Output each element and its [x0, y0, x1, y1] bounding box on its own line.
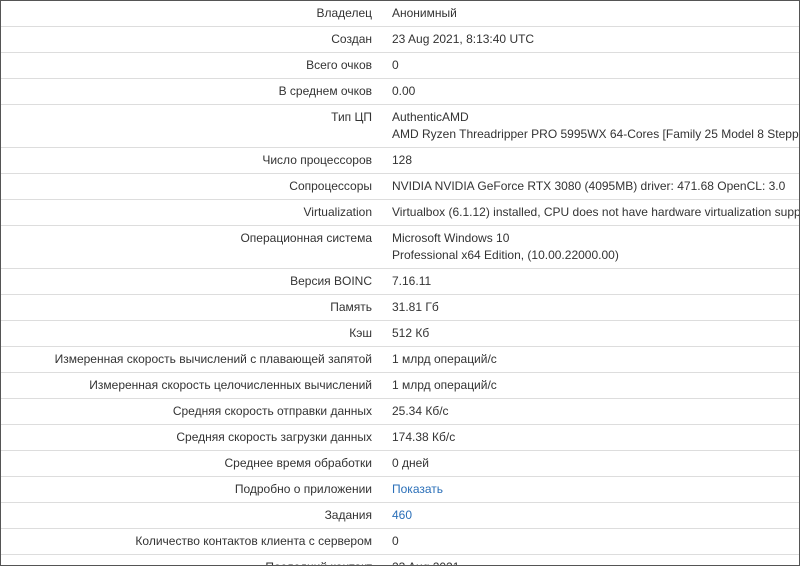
- row-label: Количество контактов клиента с сервером: [1, 528, 378, 555]
- row-label: Virtualization: [1, 199, 378, 226]
- table-row: Кэш 512 Кб: [1, 320, 799, 347]
- row-value: 128: [378, 147, 799, 174]
- host-info-table: Владелец Анонимный Создан 23 Aug 2021, 8…: [1, 1, 799, 565]
- row-label: Среднее время обработки: [1, 450, 378, 477]
- row-label: Версия BOINC: [1, 268, 378, 295]
- table-row: Virtualization Virtualbox (6.1.12) insta…: [1, 199, 799, 226]
- row-value: Показать: [378, 476, 799, 503]
- row-label: Подробно о приложении: [1, 476, 378, 503]
- table-row: Задания 460: [1, 502, 799, 529]
- tasks-count-link[interactable]: 460: [392, 508, 412, 522]
- table-row: Средняя скорость отправки данных 25.34 К…: [1, 398, 799, 425]
- row-label: Создан: [1, 26, 378, 53]
- table-row: Версия BOINC 7.16.11: [1, 268, 799, 295]
- row-value: 174.38 Кб/с: [378, 424, 799, 451]
- row-label: Сопроцессоры: [1, 173, 378, 200]
- row-label: Память: [1, 294, 378, 321]
- row-label: Средняя скорость загрузки данных: [1, 424, 378, 451]
- row-value: 460: [378, 502, 799, 529]
- row-value: 1 млрд операций/с: [378, 346, 799, 373]
- row-value: 25.34 Кб/с: [378, 398, 799, 425]
- row-value: 23 Aug 2021, 8:13:40 UTC: [378, 26, 799, 53]
- row-label: Средняя скорость отправки данных: [1, 398, 378, 425]
- table-row: Измеренная скорость целочисленных вычисл…: [1, 372, 799, 399]
- table-row: Среднее время обработки 0 дней: [1, 450, 799, 477]
- row-value: 23 Aug 2021: [378, 554, 799, 565]
- row-label: Последний контакт: [1, 554, 378, 565]
- row-label: Владелец: [1, 1, 378, 27]
- row-value: 1 млрд операций/с: [378, 372, 799, 399]
- host-details-panel: Владелец Анонимный Создан 23 Aug 2021, 8…: [0, 0, 800, 566]
- table-row: В среднем очков 0.00: [1, 78, 799, 105]
- row-value: 7.16.11: [378, 268, 799, 295]
- row-label: Операционная система: [1, 225, 378, 269]
- row-value: NVIDIA NVIDIA GeForce RTX 3080 (4095MB) …: [378, 173, 799, 200]
- row-label: Измеренная скорость целочисленных вычисл…: [1, 372, 378, 399]
- os-edition: Professional x64 Edition, (10.00.22000.0…: [392, 248, 619, 262]
- show-app-details-link[interactable]: Показать: [392, 482, 443, 496]
- table-row: Всего очков 0: [1, 52, 799, 79]
- row-value: 0: [378, 528, 799, 555]
- table-row: Измеренная скорость вычислений с плавающ…: [1, 346, 799, 373]
- table-row: Владелец Анонимный: [1, 1, 799, 27]
- table-row: Количество контактов клиента с сервером …: [1, 528, 799, 555]
- row-label: Кэш: [1, 320, 378, 347]
- row-value: AuthenticAMD AMD Ryzen Threadripper PRO …: [378, 104, 799, 148]
- os-name: Microsoft Windows 10: [392, 231, 510, 245]
- row-value: Microsoft Windows 10 Professional x64 Ed…: [378, 225, 799, 269]
- row-label: Всего очков: [1, 52, 378, 79]
- row-label: Тип ЦП: [1, 104, 378, 148]
- row-label: В среднем очков: [1, 78, 378, 105]
- row-value: 0: [378, 52, 799, 79]
- table-row: Последний контакт 23 Aug 2021: [1, 554, 799, 565]
- cpu-model: AMD Ryzen Threadripper PRO 5995WX 64-Cor…: [392, 127, 799, 141]
- row-label: Число процессоров: [1, 147, 378, 174]
- table-row: Подробно о приложении Показать: [1, 476, 799, 503]
- table-row: Память 31.81 Гб: [1, 294, 799, 321]
- row-value: Virtualbox (6.1.12) installed, CPU does …: [378, 199, 799, 226]
- row-value: 0.00: [378, 78, 799, 105]
- row-value: 31.81 Гб: [378, 294, 799, 321]
- table-row: Число процессоров 128: [1, 147, 799, 174]
- table-row: Средняя скорость загрузки данных 174.38 …: [1, 424, 799, 451]
- table-row: Операционная система Microsoft Windows 1…: [1, 225, 799, 269]
- table-row: Тип ЦП AuthenticAMD AMD Ryzen Threadripp…: [1, 104, 799, 148]
- table-row: Создан 23 Aug 2021, 8:13:40 UTC: [1, 26, 799, 53]
- row-label: Измеренная скорость вычислений с плавающ…: [1, 346, 378, 373]
- row-value: 512 Кб: [378, 320, 799, 347]
- table-row: Сопроцессоры NVIDIA NVIDIA GeForce RTX 3…: [1, 173, 799, 200]
- cpu-vendor: AuthenticAMD: [392, 110, 469, 124]
- row-value: 0 дней: [378, 450, 799, 477]
- row-label: Задания: [1, 502, 378, 529]
- row-value: Анонимный: [378, 1, 799, 27]
